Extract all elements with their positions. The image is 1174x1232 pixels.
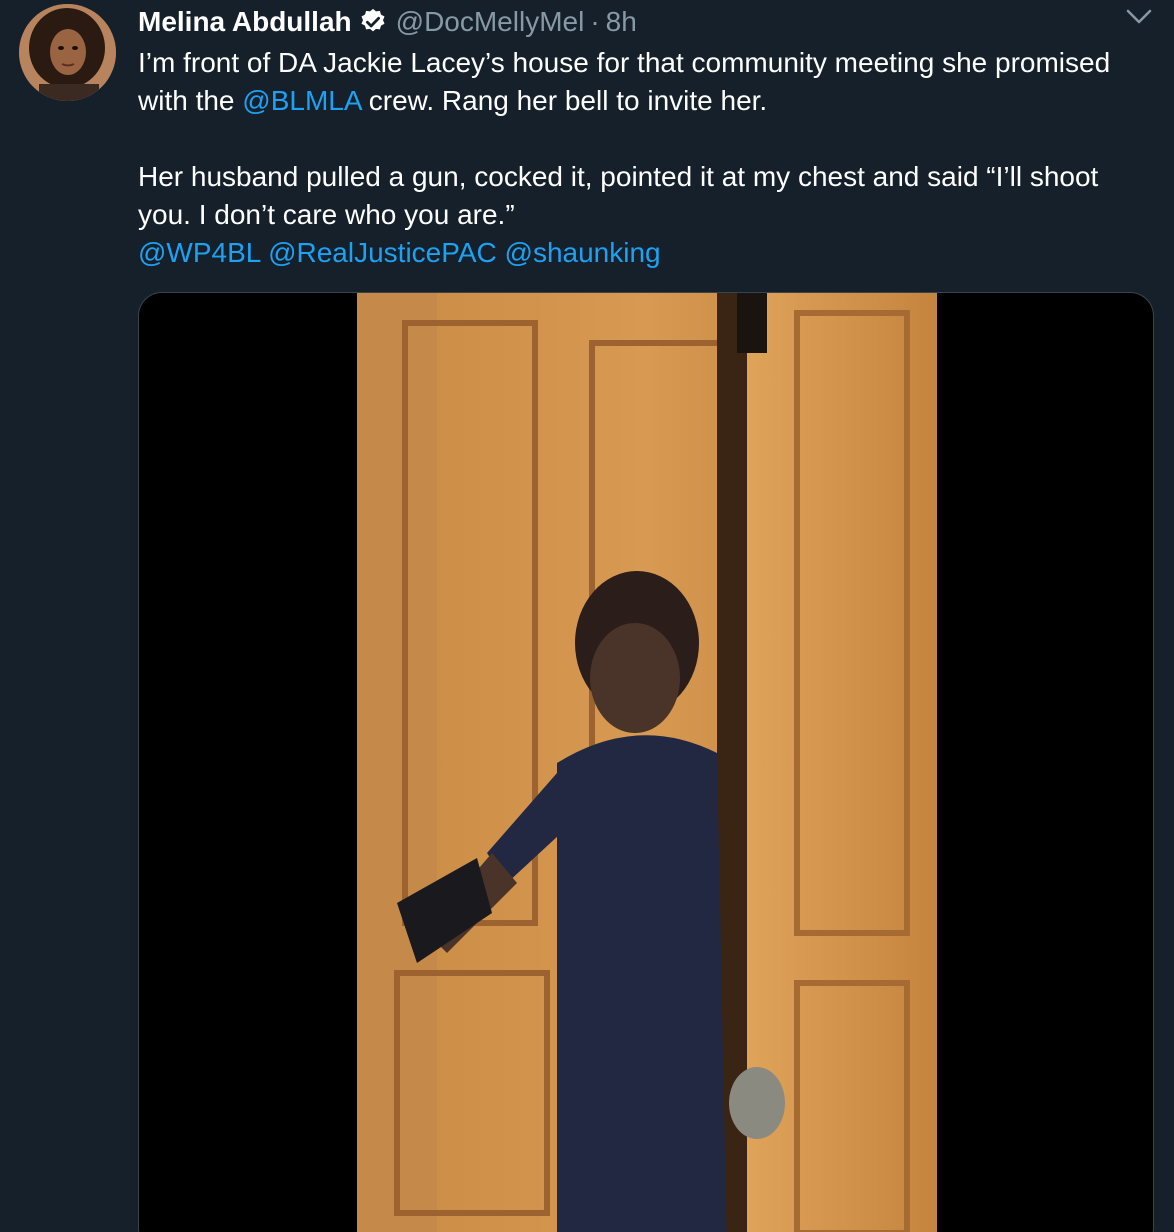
tweet-text-1b: crew. Rang her bell to invite her.: [360, 85, 768, 116]
mention-link[interactable]: @BLMLA: [242, 85, 361, 116]
video-player[interactable]: [138, 292, 1154, 1232]
tweet-header: Melina Abdullah @DocMellyMel · 8h: [138, 2, 637, 42]
mention-link[interactable]: @WP4BL: [138, 237, 260, 268]
handle[interactable]: @DocMellyMel: [396, 6, 585, 38]
video-frame: [357, 293, 937, 1232]
tweet-paragraph-2: Her husband pulled a gun, cocked it, poi…: [138, 161, 1099, 230]
avatar[interactable]: [19, 4, 116, 101]
mention-link[interactable]: @RealJusticePAC: [268, 237, 497, 268]
separator-dot: ·: [590, 6, 600, 37]
timestamp[interactable]: 8h: [606, 6, 637, 38]
chevron-down-icon[interactable]: [1126, 8, 1152, 26]
tweet-text: I’m front of DA Jackie Lacey’s house for…: [138, 44, 1138, 272]
mentions-line: @WP4BL @RealJusticePAC @shaunking: [138, 234, 1138, 272]
mention-link[interactable]: @shaunking: [505, 237, 661, 268]
tweet: Melina Abdullah @DocMellyMel · 8h I’m fr…: [0, 0, 1174, 1232]
tweet-paragraph-1: I’m front of DA Jackie Lacey’s house for…: [138, 44, 1138, 120]
display-name[interactable]: Melina Abdullah: [138, 6, 352, 38]
verified-badge-icon: [358, 7, 388, 37]
